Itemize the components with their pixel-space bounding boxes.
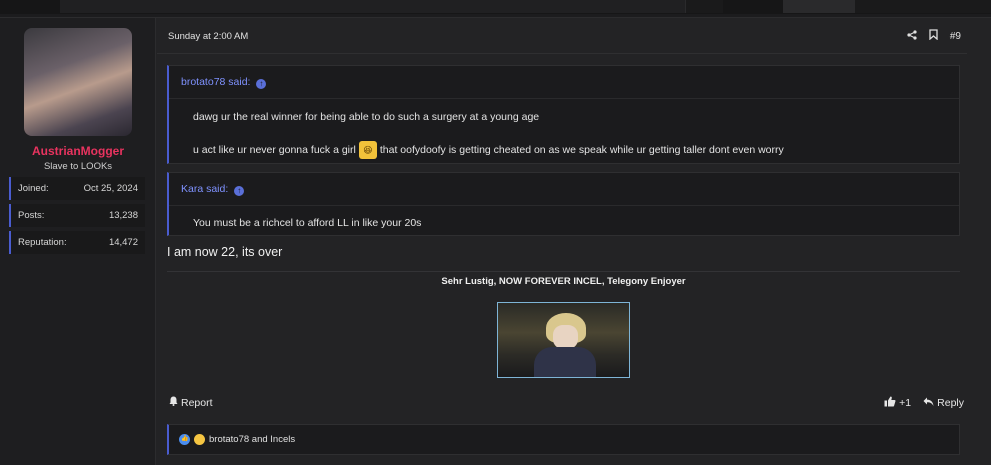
stat-joined: Joined: Oct 25, 2024 [9, 177, 145, 200]
like-button[interactable]: +1 [884, 396, 911, 410]
like-count: +1 [899, 397, 912, 409]
coat [534, 347, 596, 377]
bookmark-icon[interactable] [929, 29, 938, 43]
arrow-up-icon[interactable]: ↑ [256, 79, 267, 89]
post-number[interactable]: #9 [950, 31, 961, 42]
quote-author[interactable]: brotato78 said: [181, 76, 250, 88]
quote-text: u act like ur never gonna fuck a girl [193, 144, 356, 156]
signature-divider [167, 271, 960, 272]
stat-value: 14,472 [108, 237, 138, 248]
quote-block: brotato78 said: ↑ dawg ur the real winne… [167, 65, 960, 164]
face [553, 325, 578, 349]
laughing-emoji-icon: 😆 [358, 141, 377, 159]
user-title: Slave to LOOKs [43, 161, 113, 172]
like-reaction-icon [179, 434, 190, 445]
username[interactable]: AustrianMogger [0, 144, 156, 158]
top-navigation-bar [0, 0, 991, 14]
thumbs-up-icon [884, 396, 896, 410]
nav-segment[interactable] [783, 0, 855, 13]
stat-value: 13,238 [108, 210, 138, 221]
reactions-bar[interactable]: brotato78 and Incels [167, 424, 960, 455]
post-body-text: I am now 22, its over [167, 245, 283, 259]
face-reaction-icon [194, 434, 205, 445]
reply-label: Reply [937, 397, 964, 409]
nav-segment [60, 0, 685, 13]
avatar[interactable] [24, 28, 132, 136]
quote-header[interactable]: Kara said: ↑ [169, 173, 959, 206]
stat-label: Posts: [18, 210, 45, 221]
stat-value: Oct 25, 2024 [83, 183, 138, 194]
nav-segment [855, 0, 991, 13]
quote-text-line: u act like ur never gonna fuck a girl 😆 … [181, 141, 796, 159]
arrow-up-icon[interactable]: ↑ [234, 186, 245, 196]
stat-label: Reputation: [18, 237, 67, 248]
reactions-text[interactable]: brotato78 and Incels [209, 434, 295, 445]
post-content: Sunday at 2:00 AM #9 brotato78 said: ↑ d… [157, 18, 991, 465]
nav-segment [685, 0, 723, 13]
stat-posts: Posts: 13,238 [9, 204, 145, 227]
forum-post: AustrianMogger Slave to LOOKs Joined: Oc… [0, 17, 991, 465]
stat-reputation: Reputation: 14,472 [9, 231, 145, 254]
post-date[interactable]: Sunday at 2:00 AM [168, 31, 248, 42]
bell-icon [169, 396, 178, 409]
report-button[interactable]: Report [169, 396, 213, 409]
user-info-panel: AustrianMogger Slave to LOOKs Joined: Oc… [0, 18, 156, 465]
post-actions-right: +1 Reply [884, 396, 964, 410]
quote-block: Kara said: ↑ You must be a richcel to af… [167, 172, 960, 236]
quote-text: dawg ur the real winner for being able t… [193, 111, 540, 123]
reply-button[interactable]: Reply [923, 397, 964, 410]
post-header: Sunday at 2:00 AM #9 [157, 18, 967, 54]
quote-text: that oofydoofy is getting cheated on as … [379, 144, 784, 156]
post-actions: Report +1 Reply [157, 390, 967, 414]
signature-image [497, 302, 630, 378]
reply-icon [923, 397, 934, 410]
stat-label: Joined: [18, 183, 49, 194]
quote-text: You must be a richcel to afford LL in li… [193, 217, 422, 229]
quote-author[interactable]: Kara said: [181, 183, 228, 195]
post-header-actions: #9 [907, 29, 961, 43]
quote-header[interactable]: brotato78 said: ↑ [169, 66, 959, 99]
report-label: Report [181, 396, 213, 409]
signature-text: Sehr Lustig, NOW FOREVER INCEL, Telegony… [441, 276, 686, 287]
share-icon[interactable] [907, 29, 917, 43]
